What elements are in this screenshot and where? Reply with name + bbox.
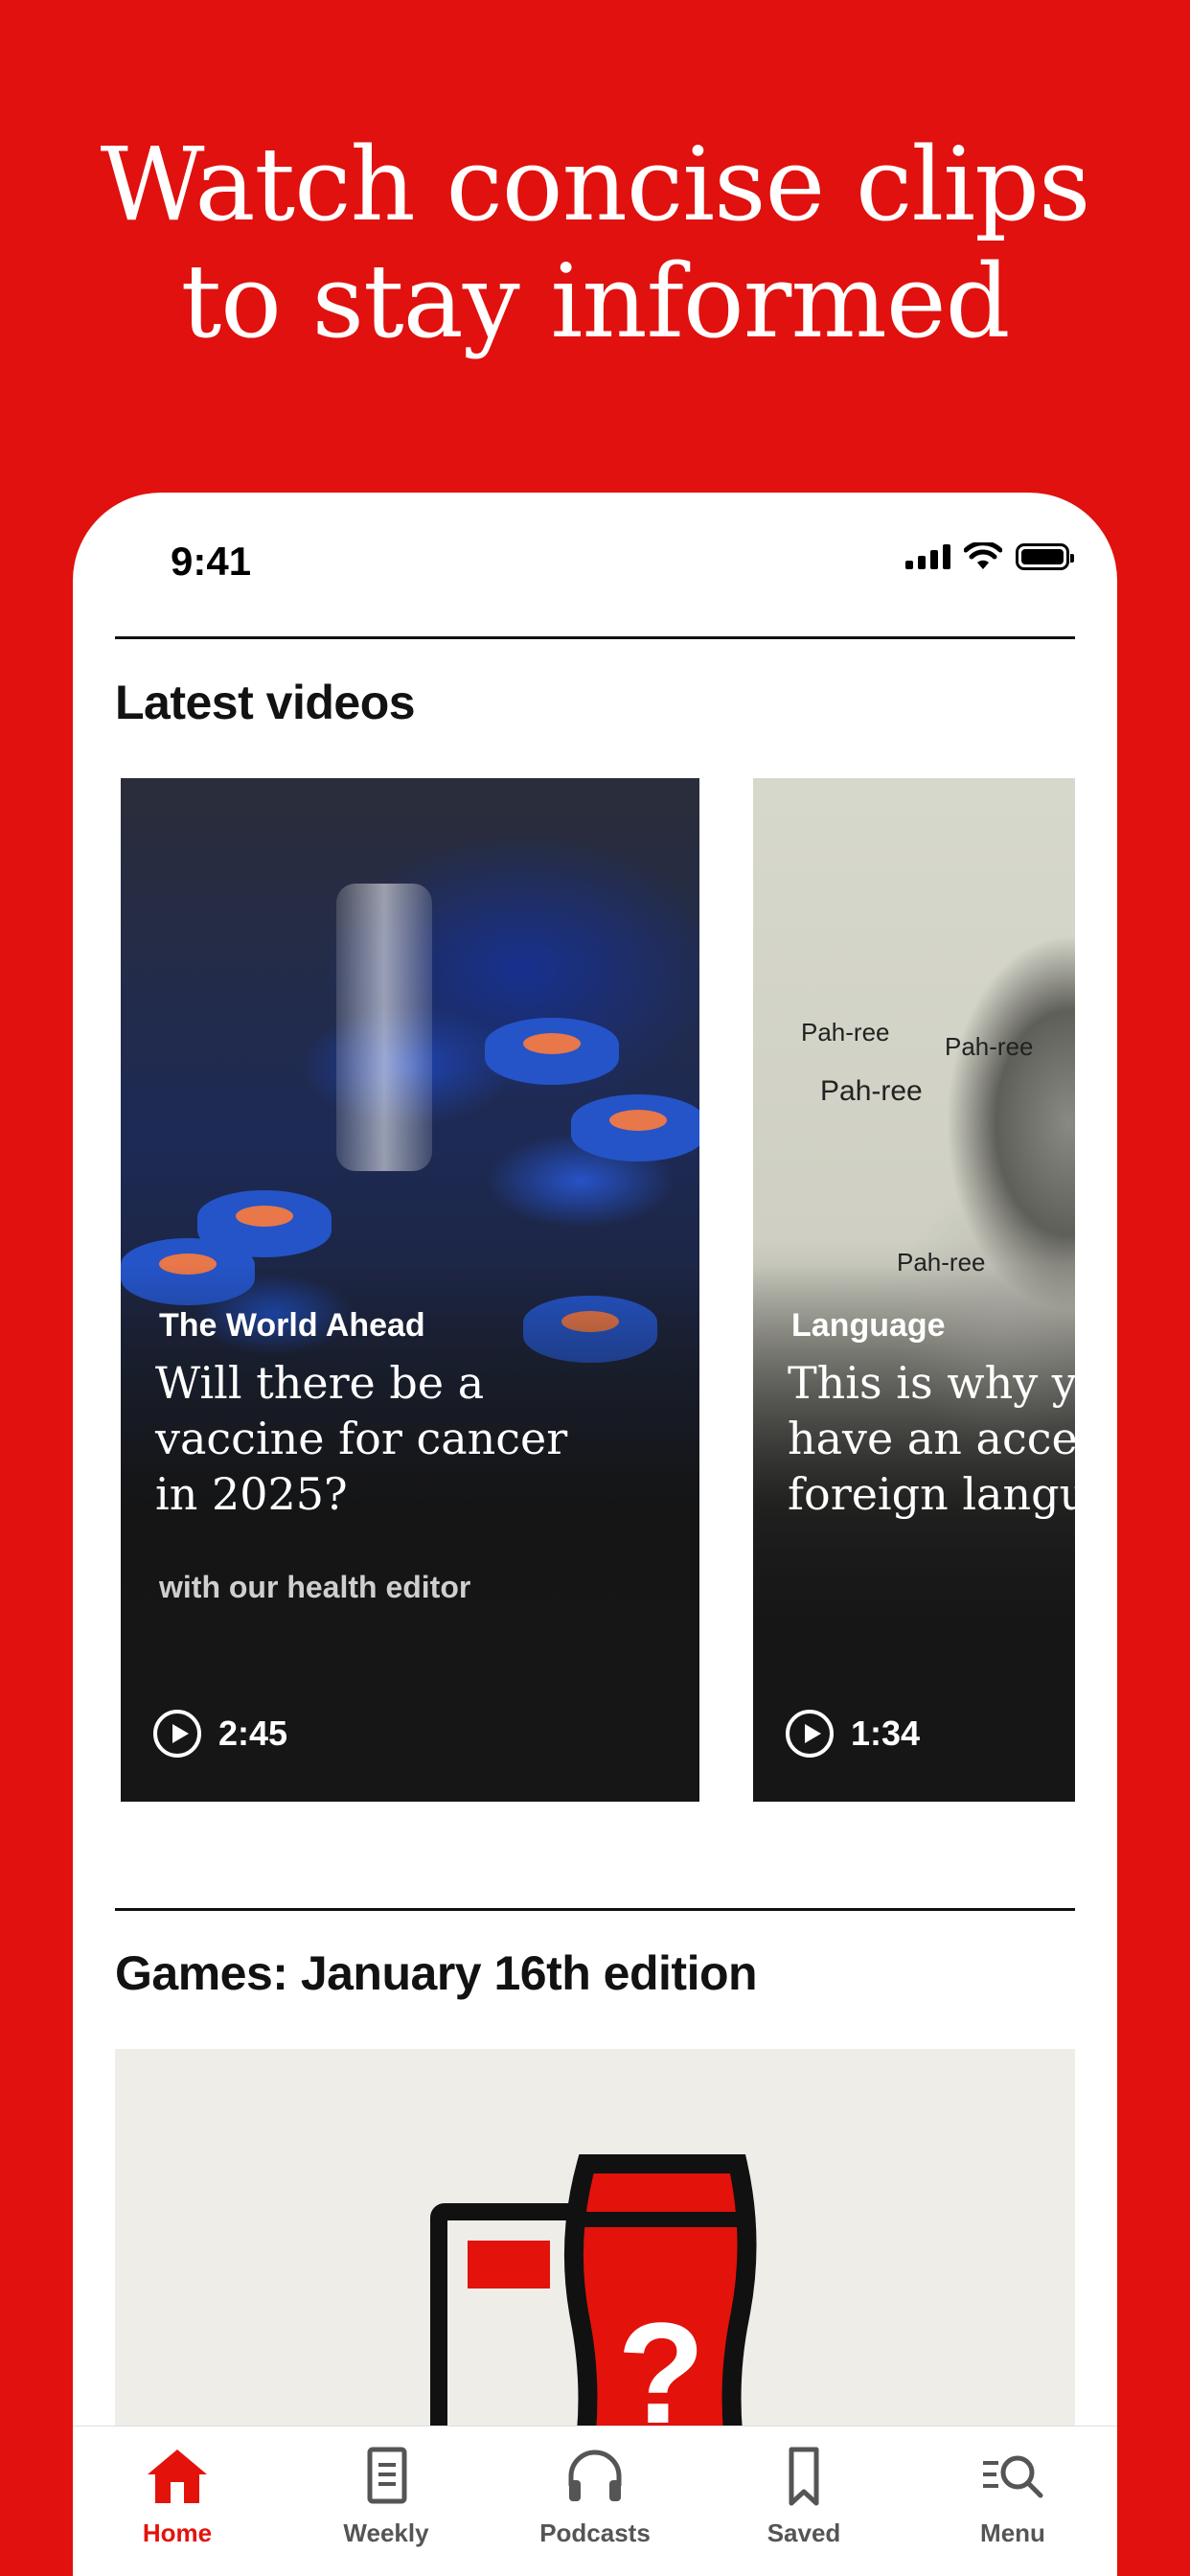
video-title-line: foreign langu — [788, 1468, 1075, 1520]
promo-headline-line2: to stay informed — [180, 242, 1011, 360]
overlay-word: Pah-ree — [801, 1018, 890, 1046]
video-title-line: in 2025? — [155, 1468, 348, 1520]
latest-videos-title: Latest videos — [115, 676, 416, 729]
tab-label: Home — [142, 2518, 213, 2547]
video-duration: 1:34 — [851, 1714, 921, 1753]
tab-saved[interactable]: Saved — [699, 2426, 908, 2576]
tab-bar: Home Weekly Podcasts Saved Menu — [73, 2426, 1117, 2576]
vial-cap — [571, 1094, 699, 1162]
status-time: 9:41 — [171, 539, 252, 584]
wifi-icon — [964, 542, 1002, 569]
vial-illustration — [336, 884, 432, 1171]
tab-label: Menu — [980, 2518, 1045, 2547]
promo-headline: Watch concise clips to stay informed — [0, 126, 1190, 360]
tab-label: Podcasts — [539, 2518, 651, 2547]
play-icon[interactable] — [153, 1710, 201, 1758]
tab-label: Weekly — [343, 2518, 429, 2547]
video-card[interactable]: The World Ahead Will there be a vaccine … — [121, 778, 699, 1802]
video-title-line: vaccine for cancer — [155, 1413, 568, 1464]
overlay-word: Pah-ree — [820, 1075, 923, 1107]
section-divider — [115, 636, 1075, 639]
tab-menu[interactable]: Menu — [908, 2426, 1117, 2576]
video-subtitle: with our health editor — [159, 1570, 471, 1604]
video-kicker: Language — [791, 1307, 946, 1344]
play-icon[interactable] — [786, 1710, 834, 1758]
section-divider — [115, 1908, 1075, 1911]
video-title-line: have an accen — [788, 1413, 1075, 1464]
games-title: Games: January 16th edition — [115, 1946, 758, 2000]
home-icon — [148, 2450, 207, 2503]
video-title-line: Will there be a — [155, 1357, 485, 1409]
cellular-signal-icon — [905, 544, 950, 569]
battery-icon — [1016, 543, 1074, 570]
tab-home[interactable]: Home — [73, 2426, 282, 2576]
video-title: This is why yo have an accen foreign lan… — [788, 1355, 1075, 1522]
document-icon — [367, 2447, 407, 2504]
headphones-icon — [568, 2450, 622, 2501]
video-kicker: The World Ahead — [159, 1307, 425, 1344]
tab-label: Saved — [767, 2518, 841, 2547]
vial-cap — [485, 1018, 619, 1085]
bookmark-icon — [789, 2447, 819, 2506]
menu-search-icon — [983, 2455, 1043, 2498]
video-title: Will there be a vaccine for cancer in 20… — [155, 1355, 567, 1522]
play-row[interactable]: 1:34 — [786, 1710, 920, 1758]
promo-headline-line1: Watch concise clips — [100, 126, 1091, 243]
video-card[interactable]: Pah-ree Pah-ree Pah-ree Pah-ree Language… — [753, 778, 1075, 1802]
video-duration: 2:45 — [218, 1714, 288, 1753]
tab-podcasts[interactable]: Podcasts — [491, 2426, 699, 2576]
overlay-word: Pah-ree — [945, 1032, 1034, 1061]
video-title-line: This is why yo — [788, 1357, 1075, 1409]
play-row[interactable]: 2:45 — [153, 1710, 287, 1758]
phone-screen: 9:41 Latest videos The World Ahead Will … — [73, 493, 1117, 2576]
status-icons — [905, 542, 1074, 571]
tab-weekly[interactable]: Weekly — [282, 2426, 491, 2576]
